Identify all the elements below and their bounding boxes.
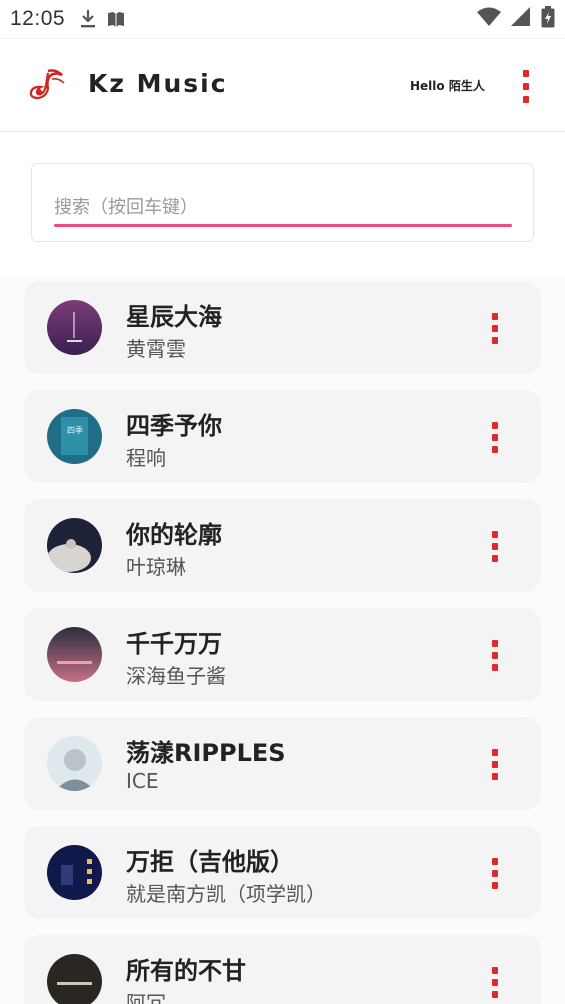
menu-dot <box>492 990 498 998</box>
album-cover: 四季 <box>47 409 102 464</box>
song-artist: 程响 <box>126 446 166 470</box>
album-cover <box>47 518 102 573</box>
song-artist: 阿冗 <box>126 991 166 1004</box>
music-note-logo-icon <box>26 67 66 103</box>
more-vert-icon[interactable] <box>508 65 544 107</box>
song-list-item[interactable]: 千千万万 深海鱼子酱 <box>24 608 541 701</box>
menu-dot <box>492 966 498 974</box>
menu-dot <box>492 554 498 562</box>
menu-dot <box>492 748 498 756</box>
song-list: 星辰大海 黄霄雲 四季 四季予你 程响 你的轮廓 叶琼琳 千千万万 深海鱼子酱 … <box>0 276 565 1004</box>
menu-dot <box>523 95 529 103</box>
wifi-icon <box>477 7 501 31</box>
app-header: Kz Music Hello 陌生人 <box>0 38 565 132</box>
menu-dot <box>492 869 498 877</box>
song-list-item[interactable]: 所有的不甘 阿冗 <box>24 935 541 1004</box>
album-cover <box>47 845 102 900</box>
song-list-item[interactable]: 荡漾RIPPLES ICE <box>24 717 541 810</box>
status-bar: 12:05 <box>0 0 565 38</box>
menu-dot <box>523 69 529 77</box>
more-vert-icon[interactable] <box>480 743 510 785</box>
battery-icon <box>541 6 555 32</box>
more-vert-icon[interactable] <box>480 525 510 567</box>
search-input[interactable] <box>54 188 512 226</box>
album-cover <box>47 954 102 1004</box>
menu-dot <box>492 663 498 671</box>
song-title: 星辰大海 <box>126 303 222 331</box>
download-icon <box>79 9 97 29</box>
song-title: 你的轮廓 <box>126 521 222 549</box>
more-vert-icon[interactable] <box>480 852 510 894</box>
more-vert-icon[interactable] <box>480 416 510 458</box>
album-cover <box>47 627 102 682</box>
menu-dot <box>492 651 498 659</box>
menu-dot <box>492 421 498 429</box>
song-artist: 叶琼琳 <box>126 555 186 579</box>
song-list-item[interactable]: 星辰大海 黄霄雲 <box>24 281 541 374</box>
menu-dot <box>492 530 498 538</box>
more-vert-icon[interactable] <box>480 634 510 676</box>
song-artist: 就是南方凯（项学凯） <box>126 882 326 906</box>
album-cover <box>47 300 102 355</box>
search-card <box>31 163 534 242</box>
menu-dot <box>492 857 498 865</box>
song-title: 四季予你 <box>126 412 222 440</box>
menu-dot <box>492 978 498 986</box>
menu-dot <box>492 881 498 889</box>
song-title: 所有的不甘 <box>126 957 246 985</box>
menu-dot <box>492 324 498 332</box>
song-title: 荡漾RIPPLES <box>126 739 286 767</box>
menu-dot <box>492 336 498 344</box>
album-cover <box>47 736 102 791</box>
search-underline <box>54 224 512 227</box>
song-list-item[interactable]: 万拒（吉他版） 就是南方凯（项学凯） <box>24 826 541 919</box>
user-greeting: Hello 陌生人 <box>410 79 485 93</box>
menu-dot <box>492 639 498 647</box>
song-title: 万拒（吉他版） <box>126 848 294 876</box>
song-artist: 深海鱼子酱 <box>126 664 226 688</box>
status-time: 12:05 <box>10 7 66 30</box>
song-title: 千千万万 <box>126 630 222 658</box>
menu-dot <box>492 433 498 441</box>
svg-text:四季: 四季 <box>67 425 83 435</box>
menu-dot <box>523 82 529 90</box>
menu-dot <box>492 760 498 768</box>
song-artist: 黄霄雲 <box>126 337 186 361</box>
signal-icon <box>511 7 531 31</box>
book-icon <box>107 10 125 28</box>
menu-dot <box>492 772 498 780</box>
more-vert-icon[interactable] <box>480 961 510 1003</box>
song-list-item[interactable]: 你的轮廓 叶琼琳 <box>24 499 541 592</box>
app-title: Kz Music <box>88 69 228 98</box>
song-list-item[interactable]: 四季 四季予你 程响 <box>24 390 541 483</box>
menu-dot <box>492 445 498 453</box>
more-vert-icon[interactable] <box>480 307 510 349</box>
song-artist: ICE <box>126 769 159 793</box>
menu-dot <box>492 542 498 550</box>
menu-dot <box>492 312 498 320</box>
